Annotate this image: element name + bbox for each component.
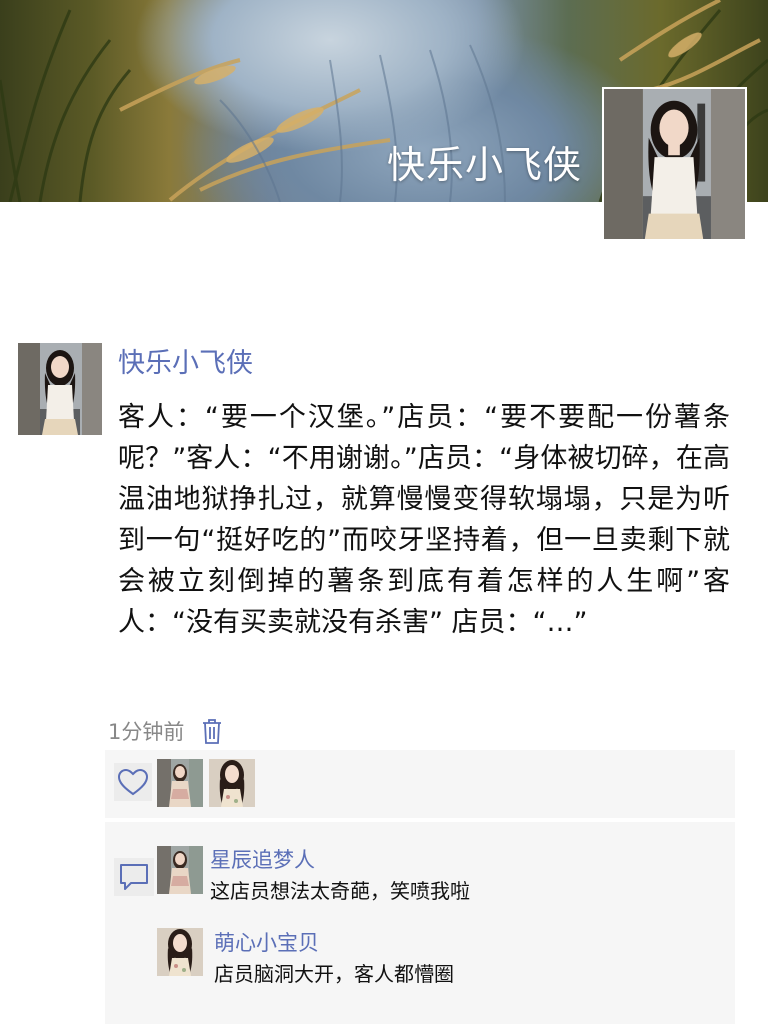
post-author-name[interactable]: 快乐小飞侠 bbox=[118, 341, 253, 380]
heart-icon[interactable] bbox=[114, 763, 152, 801]
profile-avatar[interactable] bbox=[602, 87, 747, 241]
comment-icon[interactable] bbox=[114, 858, 154, 896]
like-user-avatar[interactable] bbox=[157, 759, 203, 807]
post-meta: 1分钟前 bbox=[108, 716, 224, 746]
likes-panel bbox=[105, 750, 735, 818]
portrait-image bbox=[18, 343, 102, 435]
comment-author-avatar[interactable] bbox=[157, 928, 203, 976]
like-user-avatar[interactable] bbox=[209, 759, 255, 807]
comment-author-name[interactable]: 萌心小宝贝 bbox=[214, 927, 319, 957]
post-author-avatar[interactable] bbox=[18, 343, 102, 435]
trash-icon[interactable] bbox=[200, 717, 224, 745]
comment-text: 店员脑洞大开，客人都懵圈 bbox=[214, 962, 454, 986]
post-timestamp: 1分钟前 bbox=[108, 720, 185, 744]
post-content: 客人：“要一个汉堡。”店员：“要不要配一份薯条呢？”客人：“不用谢谢。”店员：“… bbox=[118, 402, 730, 638]
comments-panel: 星辰追梦人 这店员想法太奇葩，笑喷我啦 萌心小宝贝 店员脑洞大开，客人都懵圈 bbox=[105, 822, 735, 1024]
comment-author-avatar[interactable] bbox=[157, 846, 203, 894]
portrait-image bbox=[604, 89, 745, 239]
comment-author-name[interactable]: 星辰追梦人 bbox=[210, 844, 315, 874]
comment-text: 这店员想法太奇葩，笑喷我啦 bbox=[210, 879, 470, 903]
cover-username: 快乐小飞侠 bbox=[386, 143, 582, 187]
